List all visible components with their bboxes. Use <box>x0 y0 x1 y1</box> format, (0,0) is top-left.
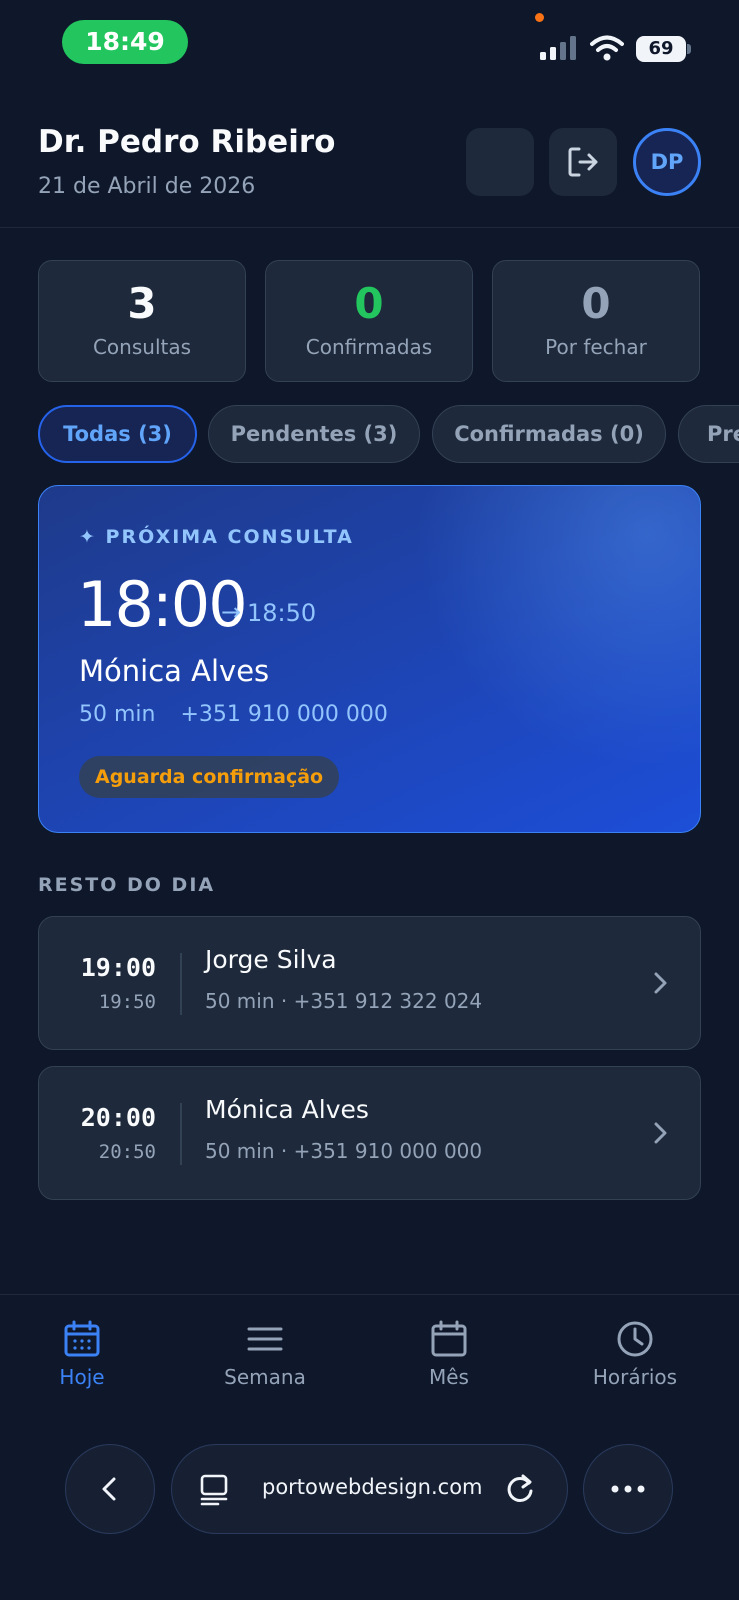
nav-label: Semana <box>224 1365 306 1389</box>
stat-card-confirmadas: 0 Confirmadas <box>265 260 473 382</box>
more-icon <box>611 1485 645 1493</box>
clock-icon <box>617 1321 653 1357</box>
logout-button[interactable] <box>549 128 617 196</box>
filter-tabs: Todas (3) Pendentes (3) Confirmadas (0) … <box>0 405 739 463</box>
next-appointment-meta: 50 min +351 910 000 000 <box>79 702 406 727</box>
nav-label: Mês <box>429 1365 469 1389</box>
chevron-right-icon <box>654 972 667 994</box>
appointment-meta: 50 min · +351 910 000 000 <box>205 1139 483 1163</box>
stat-value: 3 <box>127 279 157 328</box>
filter-chip-more[interactable]: Pre <box>678 405 739 463</box>
recording-dot <box>535 13 544 22</box>
stat-card-consultas: 3 Consultas <box>38 260 246 382</box>
appointment-patient-name: Mónica Alves <box>205 1095 369 1124</box>
stat-value: 0 <box>354 279 384 328</box>
divider <box>180 1103 182 1165</box>
browser-more-button[interactable] <box>583 1444 673 1534</box>
stat-value: 0 <box>581 279 611 328</box>
next-appointment-label: ✦ PRÓXIMA CONSULTA <box>79 526 354 548</box>
next-duration: 50 min <box>79 702 156 727</box>
stat-label: Por fechar <box>545 335 647 359</box>
nav-item-hoje[interactable]: Hoje <box>2 1319 162 1389</box>
avatar[interactable]: DP <box>633 128 701 196</box>
appointment-start-time: 19:00 <box>80 953 156 982</box>
logout-icon <box>568 147 598 177</box>
nav-item-mes[interactable]: Mês <box>369 1319 529 1389</box>
chevron-right-icon <box>654 1122 667 1144</box>
status-badge: Aguarda confirmação <box>79 756 340 798</box>
next-end-time: 18:50 <box>247 599 317 627</box>
nav-item-horarios[interactable]: Horários <box>555 1319 715 1389</box>
reload-icon[interactable] <box>502 1471 538 1507</box>
filter-chip-todas[interactable]: Todas (3) <box>38 405 197 463</box>
section-title-rest-of-day: RESTO DO DIA <box>38 874 216 896</box>
battery-tip <box>687 44 691 54</box>
status-time: 18:49 <box>62 20 188 64</box>
list-icon <box>247 1327 283 1351</box>
header-action-button[interactable] <box>466 128 534 196</box>
nav-item-semana[interactable]: Semana <box>185 1319 345 1389</box>
appointment-patient-name: Jorge Silva <box>205 945 337 974</box>
stat-label: Confirmadas <box>305 335 433 359</box>
appointment-row[interactable]: 19:00 19:50 Jorge Silva 50 min · +351 91… <box>38 916 701 1050</box>
url-text: portowebdesign.com <box>262 1475 483 1499</box>
next-patient-name: Mónica Alves <box>79 654 270 688</box>
battery-icon: 69 <box>636 36 686 62</box>
back-icon <box>102 1477 116 1501</box>
filter-chip-confirmadas[interactable]: Confirmadas (0) <box>432 405 666 463</box>
reader-icon <box>200 1474 228 1506</box>
header-date: 21 de Abril de 2026 <box>38 174 256 199</box>
next-phone: +351 910 000 000 <box>180 702 388 727</box>
signal-icon <box>540 36 576 60</box>
status-bar: 18:49 69 <box>0 0 739 90</box>
calendar-icon <box>431 1320 467 1357</box>
header: Dr. Pedro Ribeiro 21 de Abril de 2026 DP <box>0 100 739 228</box>
appointment-row[interactable]: 20:00 20:50 Mónica Alves 50 min · +351 9… <box>38 1066 701 1200</box>
stat-label: Consultas <box>92 335 192 359</box>
divider <box>180 953 182 1015</box>
filter-chip-pendentes[interactable]: Pendentes (3) <box>208 405 420 463</box>
arrow-right-icon: → <box>221 598 242 626</box>
appointment-start-time: 20:00 <box>80 1103 156 1132</box>
bottom-nav: Hoje Semana Mês Horários <box>0 1294 739 1414</box>
appointment-end-time: 19:50 <box>98 991 156 1013</box>
appointment-meta: 50 min · +351 912 322 024 <box>205 989 483 1013</box>
stat-card-por-fechar: 0 Por fechar <box>492 260 700 382</box>
address-bar[interactable]: portowebdesign.com <box>171 1444 568 1534</box>
next-appointment-card[interactable]: ✦ PRÓXIMA CONSULTA 18:00 → 18:50 Mónica … <box>38 485 701 833</box>
browser-back-button[interactable] <box>65 1444 155 1534</box>
calendar-day-icon <box>64 1320 100 1357</box>
browser-toolbar: portowebdesign.com <box>0 1414 739 1600</box>
doctor-name: Dr. Pedro Ribeiro <box>38 124 336 160</box>
appointment-end-time: 20:50 <box>98 1141 156 1163</box>
wifi-icon <box>590 35 624 61</box>
nav-label: Hoje <box>59 1365 105 1389</box>
nav-label: Horários <box>592 1365 678 1389</box>
